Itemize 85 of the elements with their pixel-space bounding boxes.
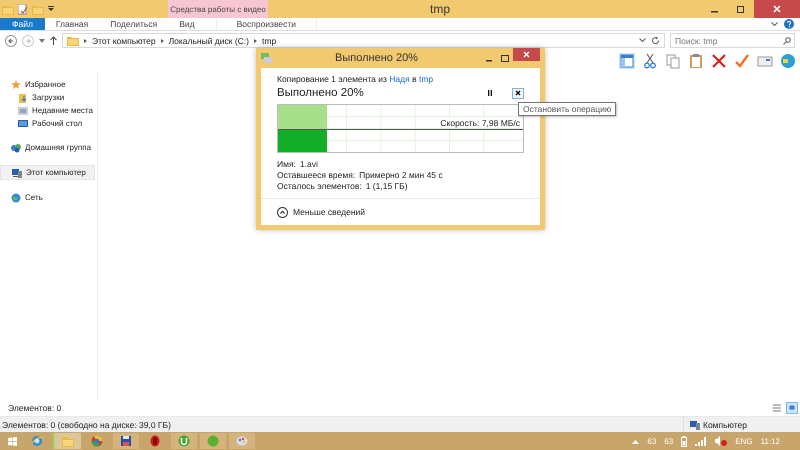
maximize-icon	[501, 54, 509, 62]
browser-e-icon	[32, 436, 44, 446]
close-button[interactable]	[513, 48, 540, 61]
dialog-title: Выполнено 20%	[334, 52, 419, 64]
restore-icon	[737, 5, 745, 13]
desktop-icon	[18, 118, 28, 128]
up-arrow-icon[interactable]	[50, 36, 57, 45]
expand-ribbon-icon[interactable]	[771, 22, 778, 26]
ribbon-tab[interactable]: Вид	[168, 18, 206, 30]
detail-value: 1 (1,15 ГБ)	[366, 181, 408, 191]
ribbon-tab[interactable]: Поделиться	[99, 18, 168, 30]
copy-icon[interactable]	[665, 53, 681, 69]
back-arrow-icon	[8, 38, 14, 44]
search-field[interactable]: Поиск: tmp	[670, 33, 795, 48]
nav-item[interactable]: Этот компьютер	[0, 165, 95, 180]
details-text: Элементов: 0 (свободно на диске: 39,0 ГБ)	[2, 420, 171, 430]
detail-label: Осталось элементов:	[277, 181, 362, 191]
cut-icon[interactable]	[642, 53, 658, 69]
back-button[interactable]	[5, 34, 17, 46]
dropdown-icon[interactable]	[639, 38, 646, 43]
nav-item[interactable]: Рабочий стол	[0, 117, 95, 130]
refresh-icon[interactable]	[651, 36, 660, 45]
stop-button[interactable]	[512, 88, 524, 98]
search-icon	[783, 37, 791, 45]
o-letter-icon	[150, 436, 160, 446]
dropdown-icon[interactable]	[48, 6, 54, 12]
download-folder-icon	[18, 92, 28, 102]
help-icon[interactable]	[784, 19, 794, 29]
pause-button[interactable]	[485, 88, 495, 98]
folder-icon	[67, 35, 79, 46]
nav-item[interactable]: Сеть	[0, 191, 95, 204]
close-icon	[515, 90, 521, 96]
forward-arrow-icon	[25, 38, 31, 44]
computer-icon	[12, 168, 22, 178]
delete-icon[interactable]	[711, 53, 727, 69]
new-folder-icon	[32, 4, 44, 14]
close-icon	[773, 5, 781, 13]
taskbar-button[interactable]	[113, 433, 139, 449]
tooltip: Остановить операцию	[518, 102, 616, 116]
round-browser-icon	[92, 436, 102, 446]
details-view-icon[interactable]	[771, 402, 783, 414]
preview-pane-icon[interactable]	[619, 53, 635, 69]
copy-icon	[261, 53, 272, 63]
large-icons-view-icon[interactable]	[786, 402, 798, 414]
contextual-tab-group: Средства работы с видео	[168, 0, 268, 18]
ribbon-tab[interactable]: Главная	[44, 18, 100, 30]
folder-icon	[62, 437, 74, 447]
ribbon-tab[interactable]: Воспроизвести	[216, 18, 317, 30]
nav-item[interactable]: Избранное	[0, 78, 95, 91]
copy-description: Копирование 1 элемента из Надя в tmp	[277, 74, 434, 84]
item-count: Элементов: 0	[8, 402, 62, 412]
source-link[interactable]: Надя	[389, 74, 410, 84]
round-app-icon	[208, 436, 218, 446]
homegroup-icon	[11, 142, 21, 152]
paste-icon[interactable]	[688, 53, 704, 69]
paint-palette-icon	[236, 436, 248, 446]
detail-value: 1.avi	[300, 159, 318, 169]
network-icon	[11, 192, 21, 202]
checkmark-icon[interactable]	[734, 53, 750, 69]
detail-value: Примерно 2 мин 45 с	[359, 170, 443, 180]
pause-icon	[488, 90, 492, 96]
close-icon	[523, 51, 530, 58]
star-icon	[11, 80, 21, 90]
window-title: tmp	[428, 1, 451, 18]
ribbon-tab[interactable]: Файл	[0, 18, 45, 30]
destination-link[interactable]: tmp	[418, 74, 434, 84]
taskbar-button[interactable]	[171, 433, 197, 449]
recent-locations-icon[interactable]	[39, 38, 45, 42]
nav-item[interactable]: Недавние места	[0, 104, 95, 117]
globe-icon[interactable]	[780, 53, 796, 69]
recent-places-icon	[18, 106, 28, 116]
muted-speaker-icon[interactable]	[715, 436, 728, 446]
nav-item[interactable]: Загрузки	[0, 91, 95, 104]
speed-label: Скорость: 7,98 МБ/с	[439, 118, 521, 128]
fewer-details-link[interactable]: Меньше сведений	[293, 207, 366, 217]
computer-icon	[690, 420, 700, 430]
detail-label: Имя:	[277, 159, 296, 169]
start-icon[interactable]	[8, 436, 16, 446]
nav-item[interactable]: Домашняя группа	[0, 141, 95, 154]
detail-label: Оставшееся время:	[277, 170, 356, 180]
location-label: Компьютер	[703, 420, 747, 430]
progress-heading: Выполнено 20%	[277, 87, 365, 99]
properties-icon[interactable]	[18, 4, 28, 14]
collapse-icon[interactable]	[277, 206, 288, 218]
u-logo-icon	[178, 436, 190, 446]
